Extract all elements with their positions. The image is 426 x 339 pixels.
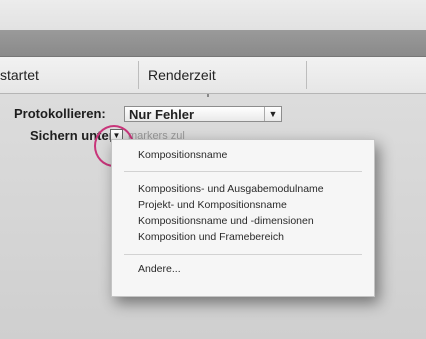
render-queue-column-header: startet Renderzeit [0,57,426,94]
menu-item-project-and-composition-name[interactable]: Projekt- und Kompositionsname [138,198,287,212]
log-dropdown-value: Nur Fehler [129,107,195,122]
menu-item-composition-and-output-module-name[interactable]: Kompositions- und Ausgabemodulname [138,182,324,196]
log-label: Protokollieren: [14,106,106,121]
column-divider [306,61,307,89]
menu-divider [124,171,362,172]
panel-title-bar [0,30,426,57]
save-as-popup-menu: Kompositionsname Kompositions- und Ausga… [111,139,375,297]
chevron-down-icon: ▼ [264,107,281,121]
column-header-started[interactable]: startet [0,57,39,93]
menu-item-other[interactable]: Andere... [138,262,181,276]
menu-item-composition-name-and-dimensions[interactable]: Kompositionsname und -dimensionen [138,214,314,228]
menu-item-composition-and-frame-range[interactable]: Komposition und Framebereich [138,230,284,244]
menu-item-composition-name[interactable]: Kompositionsname [138,148,227,162]
menu-divider [124,254,362,255]
column-divider [138,61,139,89]
window-top-strip [0,0,426,30]
column-header-render-time[interactable]: Renderzeit [148,57,216,93]
scroll-tick [207,94,209,97]
log-dropdown[interactable]: Nur Fehler ▼ [124,106,282,122]
